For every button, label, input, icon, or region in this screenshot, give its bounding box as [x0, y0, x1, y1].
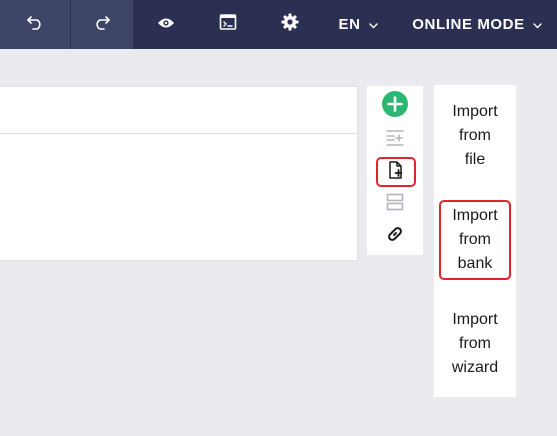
template-button[interactable]	[212, 0, 244, 49]
split-rows-button[interactable]	[376, 189, 414, 219]
link-button[interactable]	[376, 221, 414, 251]
option-line: Import	[452, 207, 498, 224]
eye-icon	[157, 16, 175, 34]
undo-icon	[26, 14, 44, 35]
chevron-down-icon	[533, 16, 542, 34]
redo-icon	[93, 14, 111, 35]
option-line: bank	[457, 255, 493, 272]
template-icon	[219, 13, 237, 36]
option-line: from	[459, 127, 491, 144]
mode-dropdown[interactable]: ONLINE MODE	[402, 0, 552, 49]
import-from-file-option[interactable]: Import from file	[439, 100, 511, 172]
option-line: from	[459, 335, 491, 352]
import-from-bank-option[interactable]: Import from bank	[439, 200, 511, 280]
option-line: wizard	[451, 359, 499, 376]
import-document-icon	[388, 160, 404, 184]
top-toolbar: EN ONLINE MODE	[0, 0, 557, 49]
add-button[interactable]	[376, 90, 414, 122]
import-options-panel: Import from file Import from bank Import…	[434, 85, 516, 397]
tool-strip	[367, 86, 423, 255]
panel-divider	[0, 133, 357, 134]
settings-button[interactable]	[274, 0, 306, 49]
import-document-button[interactable]	[376, 157, 416, 187]
split-rows-icon	[386, 193, 404, 216]
option-line: Import	[452, 311, 498, 328]
language-dropdown[interactable]: EN	[330, 0, 386, 49]
gear-icon	[281, 13, 299, 36]
chevron-down-icon	[368, 16, 378, 34]
preview-button[interactable]	[150, 0, 182, 49]
option-line: file	[464, 151, 486, 168]
undo-button[interactable]	[0, 0, 70, 49]
mode-label: ONLINE MODE	[412, 16, 525, 33]
redo-button[interactable]	[71, 0, 133, 49]
import-from-wizard-option[interactable]: Import from wizard	[439, 308, 511, 380]
link-icon	[386, 225, 404, 248]
language-label: EN	[338, 16, 361, 33]
insert-lines-button[interactable]	[376, 125, 414, 155]
option-line: from	[459, 231, 491, 248]
insert-lines-icon	[386, 129, 404, 152]
document-panel[interactable]	[0, 86, 358, 261]
option-line: Import	[452, 103, 498, 120]
add-icon	[382, 90, 408, 122]
